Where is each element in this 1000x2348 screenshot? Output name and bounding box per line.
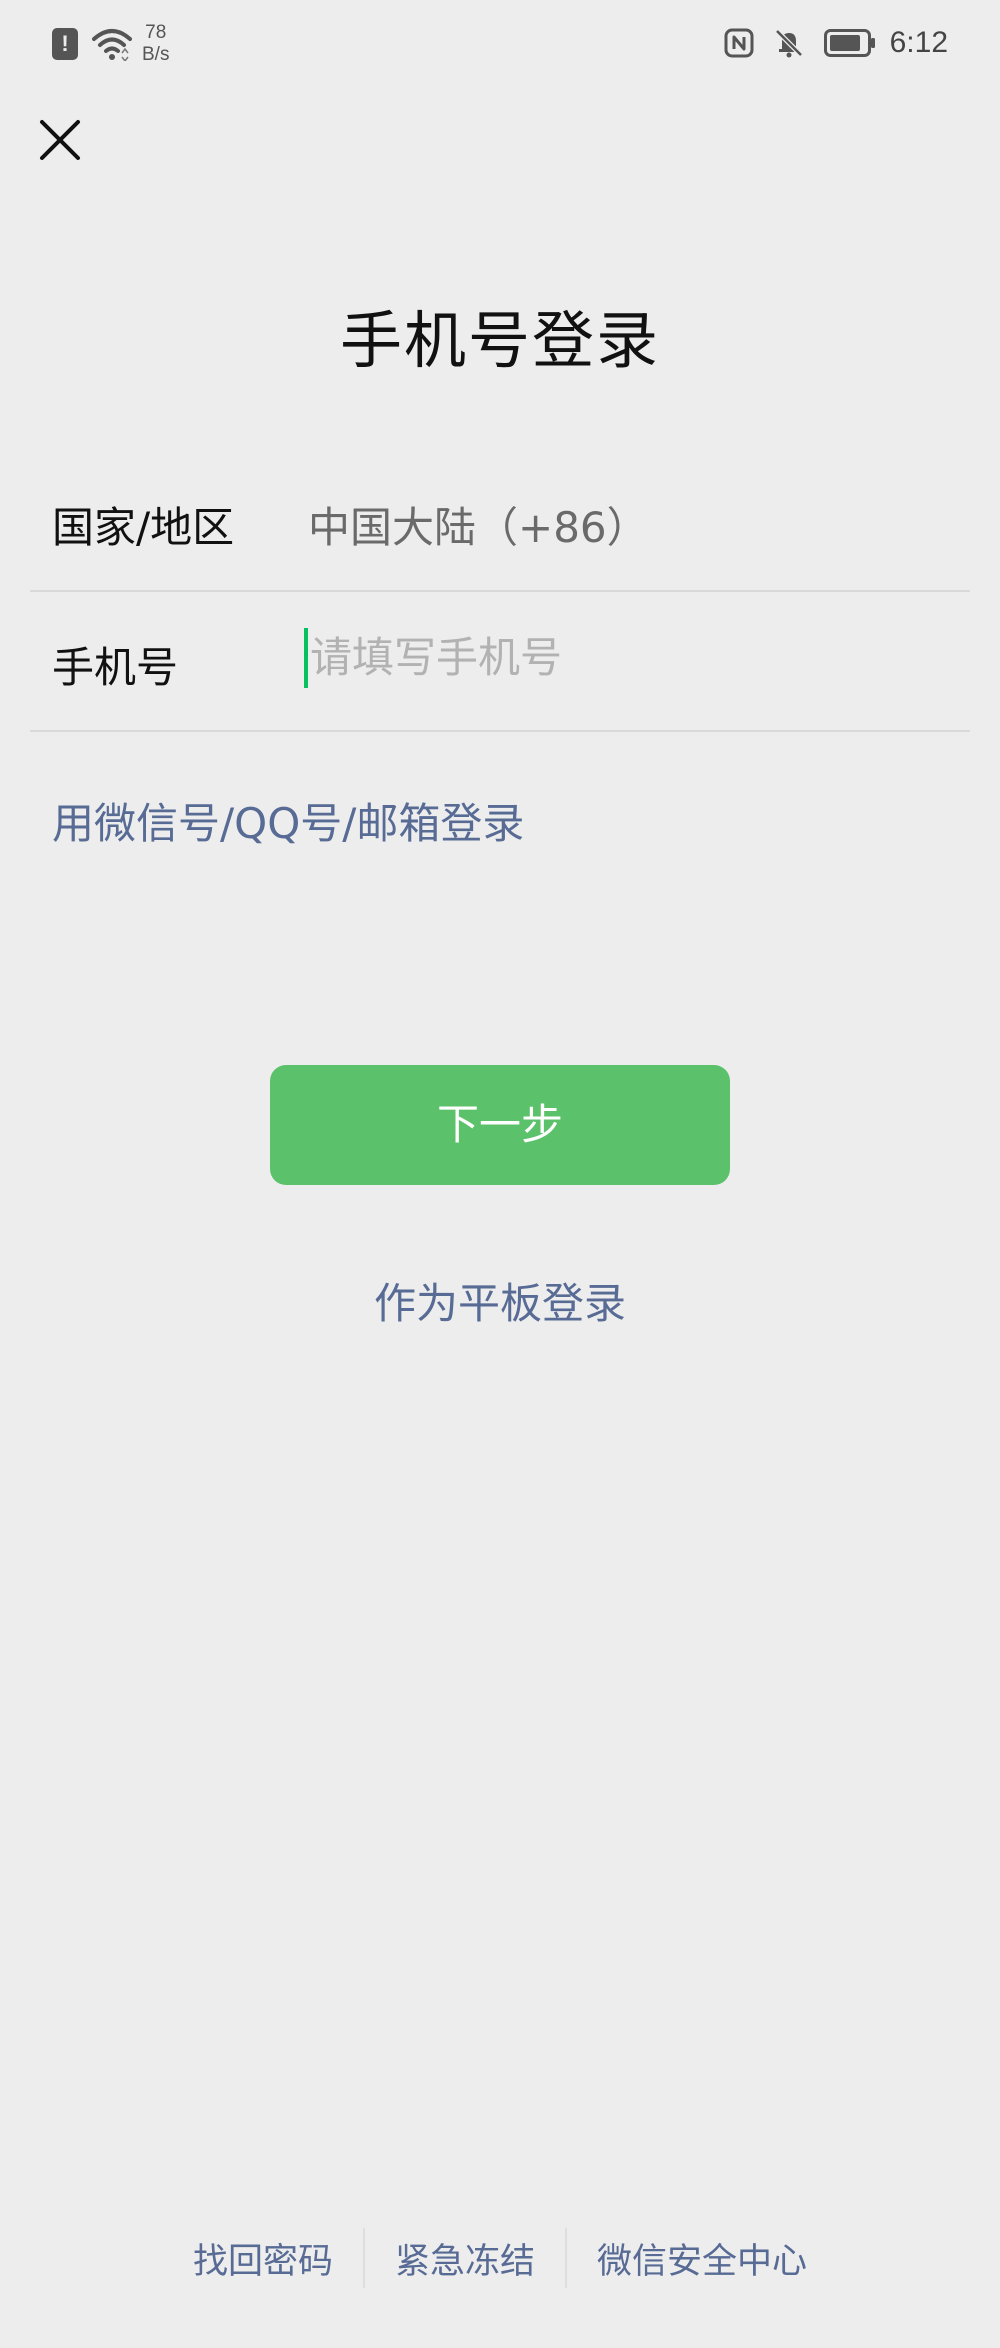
net-speed-unit: B/s	[142, 44, 170, 65]
net-speed-value: 78	[145, 22, 167, 43]
phone-row: 手机号	[30, 590, 970, 732]
alert-icon: !	[52, 28, 78, 60]
region-label: 国家/地区	[52, 503, 235, 552]
clock: 6:12	[889, 26, 948, 59]
close-icon[interactable]	[36, 116, 84, 164]
phone-input[interactable]	[304, 626, 930, 688]
nfc-icon	[724, 28, 754, 58]
footer-link-recover-password[interactable]: 找回密码	[163, 2233, 363, 2284]
footer-link-emergency-freeze[interactable]: 紧急冻结	[365, 2233, 565, 2284]
mute-icon	[774, 29, 803, 58]
alt-login-link[interactable]: 用微信号/QQ号/邮箱登录	[52, 790, 524, 851]
phone-label: 手机号	[52, 643, 179, 692]
page-title: 手机号登录	[339, 304, 660, 377]
net-speed: 78 B/s	[142, 22, 169, 66]
footer-link-security-center[interactable]: 微信安全中心	[567, 2233, 837, 2284]
region-value[interactable]: 中国大陆（+86）	[308, 494, 649, 555]
text-caret	[304, 628, 308, 688]
tablet-login-link[interactable]: 作为平板登录	[0, 1270, 1000, 1331]
battery-icon	[823, 29, 875, 57]
status-left-group: ! 78 B/s	[52, 22, 169, 66]
wifi-icon	[92, 29, 132, 61]
footer: 找回密码 紧急冻结 微信安全中心	[0, 2226, 1000, 2290]
region-selector-row[interactable]: 国家/地区 中国大陆（+86）	[30, 450, 970, 592]
next-button[interactable]: 下一步	[270, 1065, 730, 1185]
status-bar: ! 78 B/s 6:12	[0, 0, 1000, 100]
status-right-group: 6:12	[724, 26, 948, 60]
